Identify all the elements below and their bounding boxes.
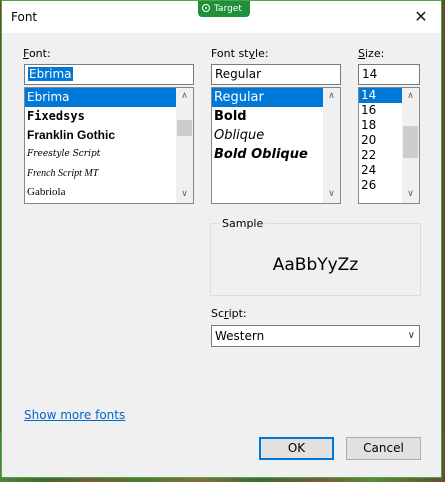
size-input[interactable]: 14 <box>358 64 420 85</box>
style-item-oblique[interactable]: Oblique <box>212 126 340 145</box>
ok-button[interactable]: OK <box>259 437 334 460</box>
style-item-bold[interactable]: Bold <box>212 107 340 126</box>
font-style-input[interactable]: Regular <box>211 64 341 85</box>
target-icon <box>202 4 210 12</box>
font-input[interactable]: Ebrima <box>24 64 194 85</box>
script-select-value: Western <box>215 329 265 343</box>
show-more-fonts-link[interactable]: Show more fonts <box>24 408 125 422</box>
scroll-up-icon[interactable]: ∧ <box>402 88 419 105</box>
target-badge-label: Target <box>214 4 242 14</box>
font-item-gabriola[interactable]: Gabriola <box>25 183 193 202</box>
font-item-franklin-gothic[interactable]: Franklin Gothic <box>25 126 193 145</box>
dialog-title: Font <box>11 10 38 24</box>
font-list[interactable]: Ebrima Fixedsys Franklin Gothic Freestyl… <box>24 87 194 204</box>
cancel-button[interactable]: Cancel <box>346 437 421 460</box>
size-list-scrollbar[interactable]: ∧ ∨ <box>402 88 419 203</box>
script-label: Script: <box>211 307 247 320</box>
style-item-regular[interactable]: Regular <box>212 88 340 107</box>
font-style-label: Font style: <box>211 47 269 60</box>
size-label: Size: <box>358 47 385 60</box>
font-label: Font: <box>23 47 51 60</box>
font-list-scrollbar[interactable]: ∧ ∨ <box>176 88 193 203</box>
scroll-thumb[interactable] <box>177 120 192 136</box>
size-item-14[interactable]: 14 <box>359 88 402 103</box>
scroll-down-icon[interactable]: ∨ <box>402 186 419 203</box>
sample-label: Sample <box>220 217 266 230</box>
scroll-down-icon[interactable]: ∨ <box>323 186 340 203</box>
font-style-list[interactable]: Regular Bold Oblique Bold Oblique ∧ ∨ <box>211 87 341 204</box>
font-item-ebrima[interactable]: Ebrima <box>25 88 193 107</box>
script-select[interactable]: Western ∨ <box>211 325 420 347</box>
scroll-up-icon[interactable]: ∧ <box>176 88 193 105</box>
font-style-scrollbar[interactable]: ∧ ∨ <box>323 88 340 203</box>
chevron-down-icon: ∨ <box>407 330 415 341</box>
size-list[interactable]: 14 16 18 20 22 24 26 ∧ ∨ <box>358 87 420 204</box>
style-item-bold-oblique[interactable]: Bold Oblique <box>212 145 340 164</box>
scroll-down-icon[interactable]: ∨ <box>176 186 193 203</box>
sample-preview-text: AaBbYyZz <box>272 255 359 275</box>
font-item-fixedsys[interactable]: Fixedsys <box>25 107 193 126</box>
close-button[interactable]: ✕ <box>407 5 435 29</box>
scroll-up-icon[interactable]: ∧ <box>323 88 340 105</box>
scroll-thumb[interactable] <box>403 126 418 158</box>
target-badge: Target <box>198 1 250 17</box>
font-item-freestyle-script[interactable]: Freestyle Script <box>25 145 193 164</box>
font-dialog: Font ✕ Target Font: Ebrima Ebrima Fixeds… <box>1 0 442 478</box>
font-item-french-script[interactable]: French Script MT <box>25 164 193 183</box>
